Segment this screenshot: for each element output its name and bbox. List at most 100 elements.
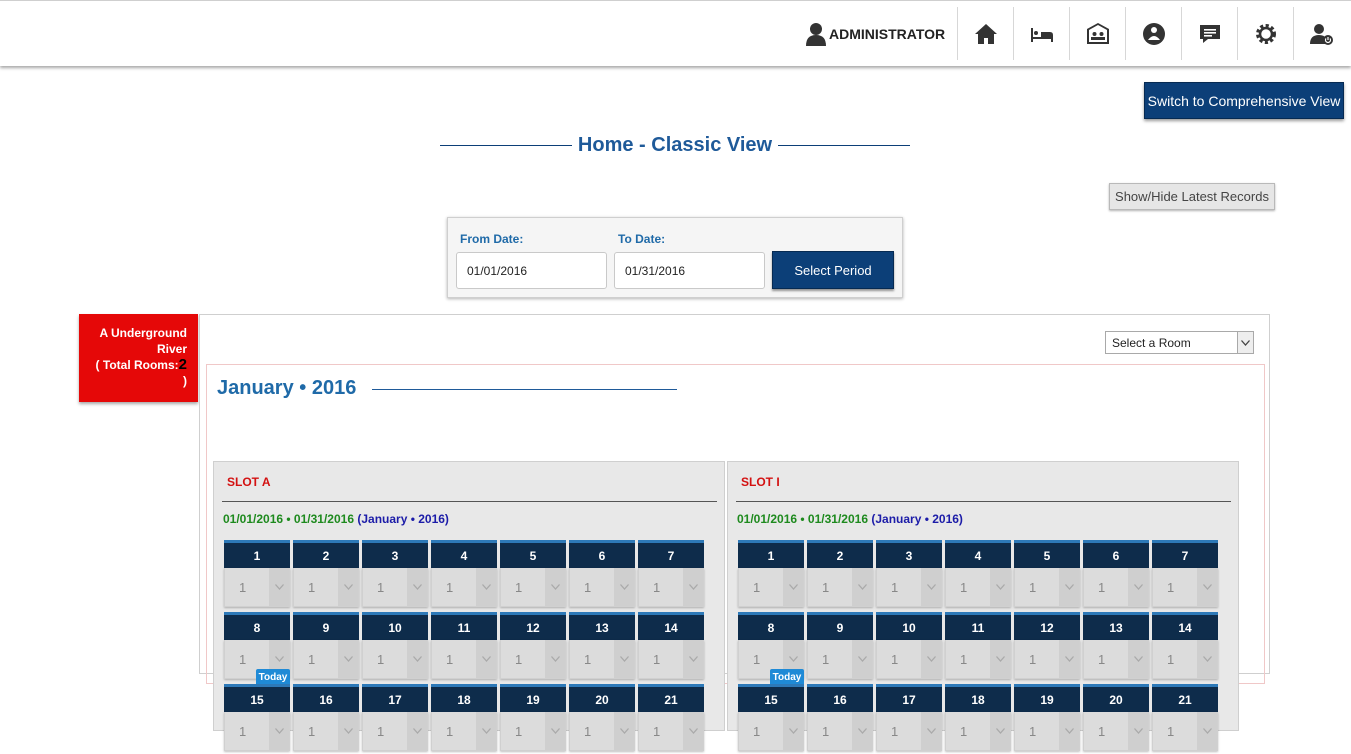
chevron-down-icon [921,712,941,750]
day-quantity-select[interactable]: 1 [738,712,804,751]
day-quantity-select[interactable]: 1 [638,712,704,751]
day-quantity-select[interactable]: 1 [293,712,359,751]
day-quantity-select[interactable]: 1 [807,568,873,607]
day-quantity-select[interactable]: 1 [1083,712,1149,751]
day-number: 6 [569,540,635,568]
chevron-down-icon [545,568,565,606]
chevron-down-icon [545,712,565,750]
chevron-down-icon [1128,568,1148,606]
day-number: 9 [293,612,359,640]
day-number: 6 [1083,540,1149,568]
show-hide-records-button[interactable]: Show/Hide Latest Records [1109,183,1275,210]
day-number: 18 [945,684,1011,712]
user-icon [806,23,826,46]
day-cell: 11 1 [945,612,1011,682]
day-quantity-value: 1 [239,651,247,667]
day-number: 8 [738,612,804,640]
day-quantity-select[interactable]: 1 [1152,568,1218,607]
day-quantity-select[interactable]: 1 [431,712,497,751]
day-quantity-select[interactable]: 1 [807,712,873,751]
day-quantity-select[interactable]: 1 [362,568,428,607]
day-quantity-select[interactable]: 1 [638,568,704,607]
nav-alerts-button[interactable] [1125,7,1181,60]
day-cell: 61 [569,540,635,610]
chevron-down-icon [683,568,703,606]
day-cell: 41 [431,540,497,610]
day-number: 17 [876,684,942,712]
chevron-down-icon [614,640,634,678]
nav-rooms-button[interactable] [1013,7,1069,60]
location-tab[interactable]: A Underground River ( Total Rooms:2 ) [79,314,198,402]
location-name: A Underground River [99,326,187,356]
main-panel: Select a Room January • 2016 SLOT A 01/01… [199,314,1270,751]
room-select[interactable]: Select a Room [1105,331,1254,354]
day-quantity-select[interactable]: 1 [1152,712,1218,751]
nav-guests-button[interactable] [1069,7,1125,60]
select-period-button[interactable]: Select Period [772,251,894,289]
day-quantity-value: 1 [377,651,385,667]
chevron-down-icon [1128,640,1148,678]
chevron-down-icon [338,712,358,750]
day-cell: 10 1 [876,612,942,682]
day-cell: 91 [807,612,873,682]
day-number: 7 [638,540,704,568]
chevron-down-icon [683,712,703,750]
day-number: 12 [1014,612,1080,640]
day-quantity-select[interactable]: 1 [945,712,1011,751]
from-date-input[interactable]: 01/01/2016 [456,252,607,289]
day-quantity-value: 1 [515,579,523,595]
day-number: 17 [362,684,428,712]
day-quantity-value: 1 [446,579,454,595]
slot-name: SLOT A [227,475,271,489]
slot-range-month: (January • 2016) [871,512,963,526]
day-quantity-value: 1 [308,651,316,667]
day-number: 12 [500,612,566,640]
slot-date-range: 01/01/2016 • 01/31/2016 (January • 2016) [737,512,963,526]
day-cell: 11 [738,540,804,610]
day-quantity-value: 1 [1167,723,1175,739]
chevron-down-icon [1237,332,1253,353]
chevron-down-icon [852,712,872,750]
day-quantity-select[interactable]: 1 [1014,712,1080,751]
day-quantity-select[interactable]: 1 [1083,568,1149,607]
user-menu[interactable]: ADMINISTRATOR [806,21,945,47]
day-quantity-select[interactable]: 1 [1014,568,1080,607]
day-quantity-select[interactable]: 1 [569,568,635,607]
day-quantity-select[interactable]: 1 [569,712,635,751]
day-quantity-select[interactable]: 1 [500,568,566,607]
nav-messages-button[interactable] [1181,7,1237,60]
day-quantity-select[interactable]: 1 [876,712,942,751]
day-quantity-select[interactable]: 1 [876,568,942,607]
day-number: 21 [1152,684,1218,712]
to-date-label: To Date: [618,232,666,246]
day-quantity-select[interactable]: 1 [362,712,428,751]
total-rooms-close: ) [183,374,187,388]
day-number: 5 [1014,540,1080,568]
nav-logout-button[interactable] [1293,7,1349,60]
day-number: 19 [500,684,566,712]
day-number: 10 [362,612,428,640]
day-number: 5 [500,540,566,568]
day-quantity-value: 1 [377,723,385,739]
chevron-down-icon [921,568,941,606]
nav-home-button[interactable] [957,7,1013,60]
day-quantity-value: 1 [446,723,454,739]
day-quantity-select[interactable]: 1 [945,568,1011,607]
day-quantity-value: 1 [891,579,899,595]
nav-settings-button[interactable] [1237,7,1293,60]
to-date-input[interactable]: 01/31/2016 [614,252,765,289]
day-quantity-select[interactable]: 1 [738,568,804,607]
day-quantity-select[interactable]: 1 [431,568,497,607]
day-cell: 31 [362,540,428,610]
day-quantity-select[interactable]: 1 [224,712,290,751]
chevron-down-icon [407,640,427,678]
switch-view-button[interactable]: Switch to Comprehensive View [1144,82,1344,119]
day-quantity-select[interactable]: 1 [224,568,290,607]
chevron-down-icon [783,712,803,750]
day-quantity-select[interactable]: 1 [293,568,359,607]
day-number: 4 [431,540,497,568]
day-quantity-select[interactable]: 1 [500,712,566,751]
day-number: 13 [1083,612,1149,640]
chevron-down-icon [1197,712,1217,750]
day-cell: 13 1 [1083,612,1149,682]
